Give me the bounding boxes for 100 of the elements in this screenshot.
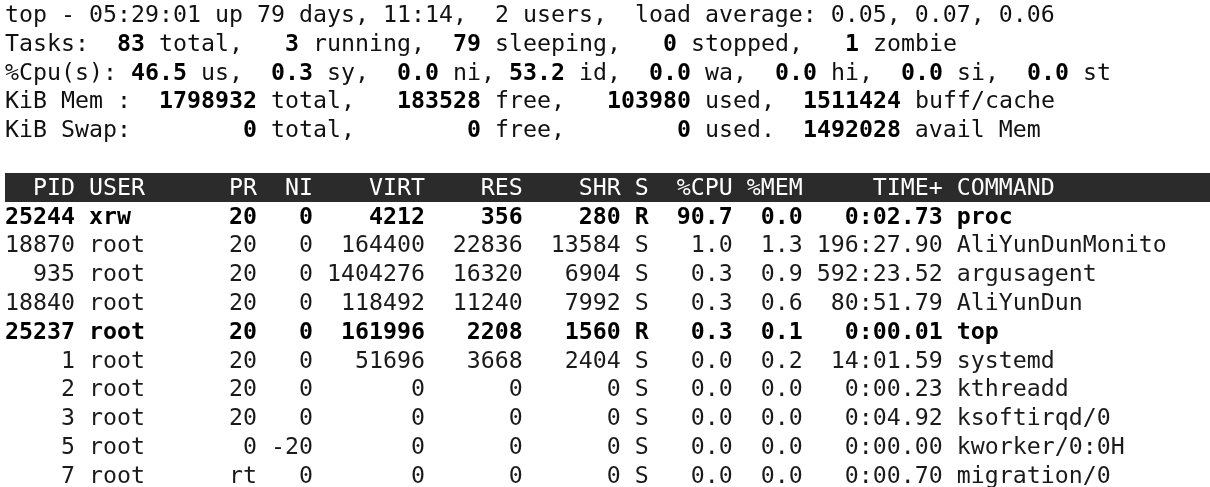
table-cell-text: 0 [297, 345, 313, 375]
table-cell-text: 0 [507, 374, 523, 404]
column-header: TIME+ [871, 172, 943, 202]
table-cell-text: -20 [269, 431, 313, 461]
table-cell-text: 0.0 [759, 460, 803, 487]
column-header: S [633, 172, 649, 202]
table-cell-text: 0.1 [759, 316, 803, 346]
table-cell-text: 164400 [339, 230, 425, 260]
table-cell-text: 280 [577, 201, 621, 231]
table-cell-text: 0 [297, 287, 313, 317]
table-cell-text: 0.6 [759, 287, 803, 317]
table-cell-text: 16320 [451, 259, 523, 288]
table-cell-text: 0 [297, 403, 313, 432]
table-cell-text: 0 [409, 460, 425, 487]
table-cell-text: 0.2 [759, 345, 803, 375]
table-cell-text: S [633, 431, 649, 461]
table-cell-text: 0.9 [759, 259, 803, 288]
table-cell-text: 0 [409, 431, 425, 461]
table-cell-text: 7 [60, 460, 75, 487]
summary-line: Tasks: 83 total, 3 running, 79 sleeping, 0 stopped, 1 zombie [5, 28, 958, 58]
table-cell-text: 0.3 [689, 259, 733, 288]
table-cell-text: rt [227, 460, 257, 487]
table-cell-text: 0 [507, 460, 523, 487]
table-cell-text: 14:01.59 [829, 345, 943, 375]
table-cell-text: 0:00.70 [843, 460, 943, 487]
table-cell-text: S [633, 230, 649, 260]
table-cell-text: 0 [605, 403, 621, 432]
table-cell-text: root [87, 431, 146, 461]
table-cell-text: 1.0 [689, 230, 733, 260]
table-cell-text: kthreadd [955, 374, 1070, 404]
table-cell-text: kworker/0:0H [955, 431, 1126, 461]
table-cell-text: 0.0 [759, 403, 803, 432]
table-cell-text: 1 [60, 345, 75, 375]
table-cell-text: 0:00.01 [843, 316, 943, 346]
table-cell-text: 20 [227, 287, 257, 317]
table-cell-text: systemd [955, 345, 1056, 375]
table-cell-text: 22836 [451, 230, 523, 260]
table-cell-text: 2 [60, 374, 75, 404]
table-cell-text: root [87, 230, 146, 260]
table-cell-text: 90.7 [675, 201, 733, 231]
table-cell-text: 13584 [549, 230, 621, 260]
table-cell-text: R [633, 316, 649, 346]
column-header: PR [227, 172, 257, 202]
summary-line: KiB Mem : 1798932 total, 183528 free, 103980 used, 1511424 buff/cache [5, 86, 1056, 116]
table-cell: 18870 [5, 230, 75, 260]
table-cell-text: 11240 [451, 287, 523, 317]
table-cell-text: 1404276 [325, 259, 425, 288]
table-cell-text: root [87, 403, 146, 432]
column-header: %CPU [675, 172, 733, 202]
table-cell-text: 0 [507, 431, 523, 461]
table-cell-text: 0.0 [689, 374, 733, 404]
table-cell-text: 0:02.73 [843, 201, 943, 231]
table-cell-text: 0.0 [759, 431, 803, 461]
table-cell-text: 0.3 [689, 316, 733, 346]
table-cell-text: 0.0 [689, 345, 733, 375]
table-cell-text: S [633, 287, 649, 317]
table-cell-text: 0:00.00 [843, 431, 943, 461]
table-cell-text: root [87, 460, 146, 487]
table-cell-text: root [87, 374, 146, 404]
table-cell-text: 0.0 [759, 201, 803, 231]
table-cell-text: 7992 [563, 287, 621, 317]
table-cell-text: 0 [605, 374, 621, 404]
table-cell-text: 51696 [353, 345, 425, 375]
table-cell-text: top [955, 316, 1000, 346]
table-cell-text: 20 [227, 259, 257, 288]
table-cell-text: 0 [297, 460, 313, 487]
table-cell-text: root [87, 345, 146, 375]
table-cell-text: 935 [32, 259, 75, 288]
table-cell: 25237 [5, 316, 75, 346]
table-cell-text: S [633, 345, 649, 375]
table-cell-text: 0 [297, 316, 313, 346]
table-cell: 18840 [5, 287, 75, 317]
table-cell-text: 2404 [563, 345, 621, 375]
table-cell-text: 0 [507, 403, 523, 432]
table-cell-text: 0 [409, 403, 425, 432]
table-cell-text: 356 [479, 201, 523, 231]
column-header: SHR [577, 172, 621, 202]
table-cell-text: 0 [409, 374, 425, 404]
table-cell-text: 6904 [563, 259, 621, 288]
table-cell-text: 0.0 [689, 403, 733, 432]
table-cell-text: 0:04.92 [843, 403, 943, 432]
table-cell-text: 0 [297, 230, 313, 260]
column-header: COMMAND [955, 172, 1056, 202]
table-cell-text: R [633, 201, 649, 231]
table-cell-text: 20 [227, 201, 257, 231]
column-header: VIRT [367, 172, 425, 202]
table-cell-text: proc [955, 201, 1014, 231]
table-cell-text: S [633, 374, 649, 404]
table-cell-text: S [633, 259, 649, 288]
table-cell-text: ksoftirqd/0 [955, 403, 1112, 432]
summary-line: KiB Swap: 0 total, 0 free, 0 used. 1492028 avail Mem [5, 115, 1042, 144]
table-cell-text: 20 [227, 230, 257, 260]
table-cell-text: 2208 [465, 316, 523, 346]
table-cell-text: 0.0 [689, 460, 733, 487]
table-cell-text: 0 [297, 259, 313, 288]
table-cell-text: 20 [227, 345, 257, 375]
table-cell-text: 0.0 [689, 431, 733, 461]
table-cell-text: 161996 [339, 316, 425, 346]
table-cell-text: 0.3 [689, 287, 733, 317]
table-cell-text: 20 [227, 403, 257, 432]
